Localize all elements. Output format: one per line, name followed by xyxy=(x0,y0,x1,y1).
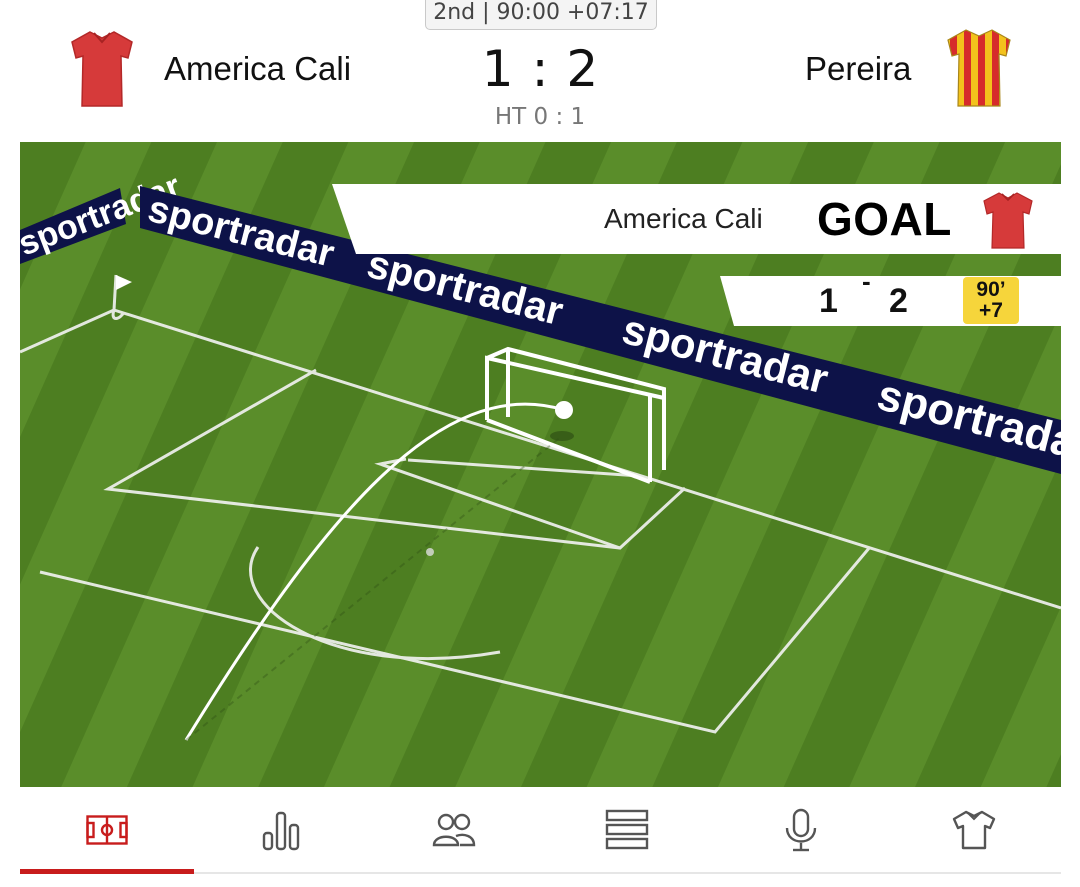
tab-pitch[interactable] xyxy=(20,788,194,874)
goal-label: GOAL xyxy=(817,193,952,245)
event-minute: 90’ xyxy=(976,278,1006,301)
period-clock: 2nd | 90:00 +07:17 xyxy=(425,0,657,30)
shirt-icon xyxy=(952,810,995,850)
home-jersey-icon xyxy=(71,31,133,107)
event-away-score: 2 xyxy=(889,282,908,320)
main-score: 1:2 xyxy=(440,40,640,98)
microphone-icon xyxy=(785,808,816,852)
list-icon xyxy=(605,809,648,850)
away-score: 2 xyxy=(566,40,599,98)
people-icon xyxy=(432,813,475,847)
tab-kits[interactable] xyxy=(887,788,1060,872)
active-tab-indicator xyxy=(20,869,194,874)
match-header: 2nd | 90:00 +07:17 America Cali 1:2 HT 0… xyxy=(0,0,1080,142)
home-score: 1 xyxy=(481,40,514,98)
event-home-score: 1 xyxy=(819,282,838,320)
bar-chart-icon xyxy=(262,811,299,851)
event-score-separator: - xyxy=(862,266,871,296)
away-jersey-icon xyxy=(947,29,1011,107)
away-team-name: Pereira xyxy=(805,50,912,87)
penalty-spot xyxy=(426,548,434,556)
event-time-badge: 90’ +7 xyxy=(963,277,1019,324)
goal-team-name: America Cali xyxy=(604,203,763,234)
tab-lineups[interactable] xyxy=(367,788,540,872)
ball-icon xyxy=(555,401,573,419)
halftime-score: HT 0 : 1 xyxy=(494,104,586,130)
event-added-time: +7 xyxy=(979,299,1003,322)
tab-timeline[interactable] xyxy=(540,788,713,872)
pitch-icon xyxy=(85,815,128,845)
tab-stats[interactable] xyxy=(194,788,367,872)
tab-bar xyxy=(20,788,1061,874)
home-team-name: America Cali xyxy=(164,50,352,87)
tab-commentary[interactable] xyxy=(714,788,887,872)
score-separator: : xyxy=(531,40,549,98)
